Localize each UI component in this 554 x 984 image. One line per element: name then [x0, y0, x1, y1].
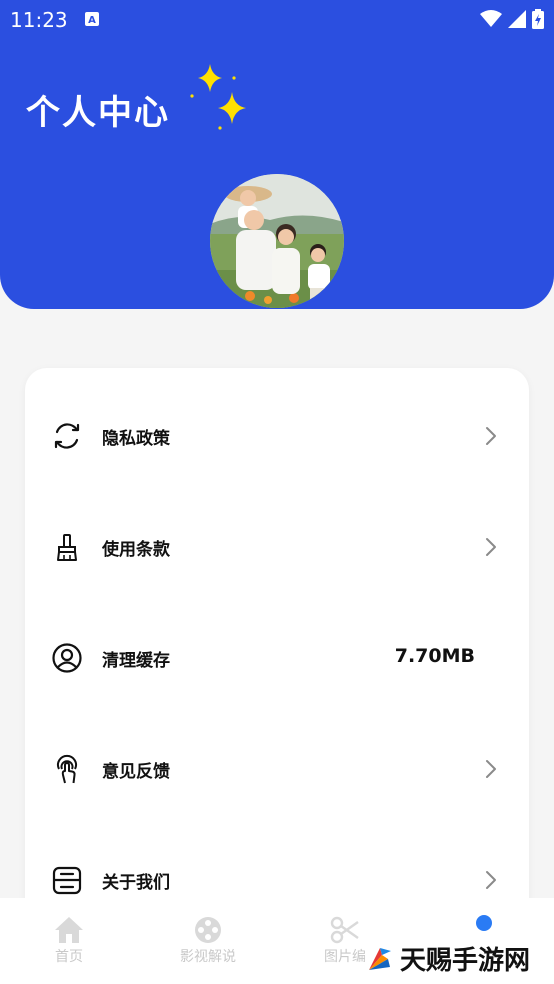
menu-item-privacy-policy[interactable]: 隐私政策: [25, 406, 529, 466]
watermark: 天赐手游网: [366, 940, 530, 977]
cache-size-value: 7.70MB: [394, 645, 475, 667]
nav-label: 首页: [55, 949, 83, 965]
chevron-right-icon: [486, 871, 496, 889]
tab-film-commentary[interactable]: 影视解说: [158, 916, 258, 972]
refresh-circle-icon: [54, 423, 80, 449]
signal-icon: [508, 10, 526, 28]
brush-icon: [57, 534, 77, 561]
status-icons: [480, 9, 544, 29]
menu-label: 隐私政策: [102, 429, 170, 449]
user-circle-icon: [52, 643, 82, 673]
chevron-right-icon: [486, 427, 496, 445]
menu-label: 使用条款: [102, 540, 170, 560]
menu-item-terms-of-use[interactable]: 使用条款: [25, 517, 529, 577]
tab-profile-indicator[interactable]: [476, 915, 492, 931]
scissors-icon: [330, 916, 359, 944]
chevron-right-icon: [486, 760, 496, 778]
menu-label: 意见反馈: [102, 762, 170, 782]
menu-label: 清理缓存: [102, 651, 170, 671]
avatar[interactable]: [210, 174, 344, 308]
menu-label: 关于我们: [102, 873, 170, 893]
page-title: 个人中心: [26, 93, 170, 133]
notification-a-icon: A: [85, 11, 99, 30]
film-reel-icon: [195, 917, 221, 943]
settings-card: 隐私政策 使用条款 清理缓存 7.70MB 意见反馈 关于我们: [25, 368, 529, 928]
status-bar: 11:23 A: [0, 0, 554, 38]
watermark-text: 天赐手游网: [400, 946, 531, 976]
chevron-right-icon: [486, 538, 496, 556]
status-time: 11:23: [10, 8, 68, 32]
home-icon: [55, 917, 83, 943]
menu-item-clear-cache[interactable]: 清理缓存 7.70MB: [25, 628, 529, 688]
menu-item-feedback[interactable]: 意见反馈: [25, 739, 529, 799]
wifi-icon: [480, 10, 502, 27]
touch-icon: [57, 754, 77, 784]
sparkles-icon: [190, 64, 246, 130]
tab-home[interactable]: 首页: [19, 916, 119, 972]
nav-label: 影视解说: [180, 949, 236, 965]
svg-text:A: A: [88, 15, 96, 26]
watermark-logo-icon: [369, 947, 391, 970]
battery-icon: [532, 9, 544, 29]
info-box-icon: [52, 866, 82, 895]
profile-header: 11:23 A 个人中心: [0, 0, 554, 309]
